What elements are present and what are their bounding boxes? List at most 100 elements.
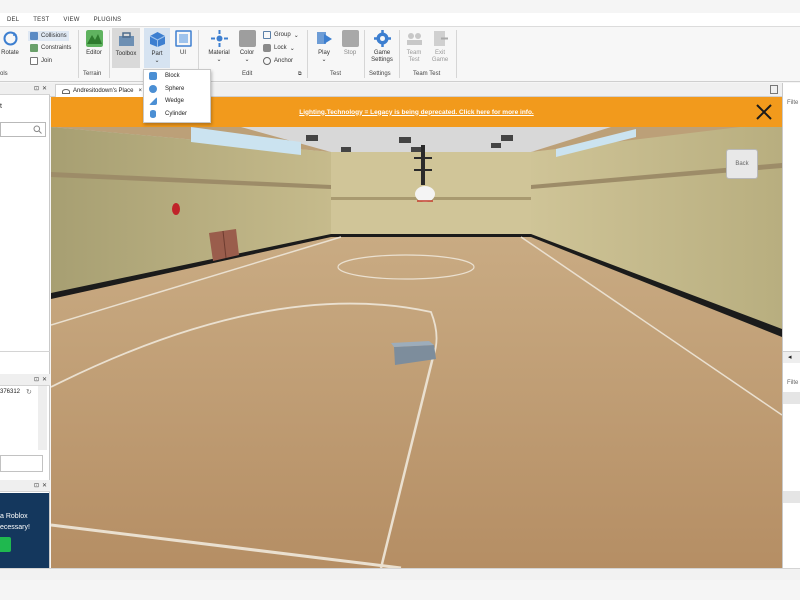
cloud-icon	[62, 88, 70, 94]
separator	[78, 30, 79, 78]
close-icon[interactable]	[755, 103, 773, 121]
promo-button[interactable]	[0, 537, 11, 552]
exit-game-icon	[433, 31, 448, 46]
lock-label: Lock	[274, 45, 287, 51]
team-test-icon	[406, 33, 422, 45]
terrain-editor-button[interactable]: Editor	[82, 30, 106, 57]
game-settings-label: Game Settings	[371, 50, 393, 63]
promo-line-2: ecessary!	[0, 524, 30, 531]
close-icon[interactable]: ✕	[42, 376, 47, 383]
3d-viewport[interactable]: Back Lighting.Technology = Legacy is bei…	[51, 97, 782, 568]
dropdown-item-block[interactable]: Block	[144, 70, 210, 83]
group-button[interactable]: Group ⌄	[263, 31, 299, 39]
material-icon	[210, 30, 228, 47]
part-label: Part	[151, 51, 163, 57]
pin-icon[interactable]: ⊡	[34, 482, 39, 489]
toolbox-label: Toolbox	[115, 51, 137, 57]
refresh-icon[interactable]: ↻	[26, 388, 32, 396]
ribbon-toolbar: Rotate ols Collisions Constraints Join E…	[0, 27, 800, 82]
menu-view[interactable]: VIEW	[56, 17, 86, 23]
material-button[interactable]: Material ⌄	[204, 30, 234, 64]
lock-button[interactable]: Lock ⌄	[263, 44, 295, 52]
scrollbar[interactable]	[38, 386, 47, 450]
exit-game-button[interactable]: Exit Game	[428, 30, 452, 64]
panel-header: ⊡ ✕	[0, 374, 50, 386]
place-tab[interactable]: Andresitodown's Place ×	[55, 84, 150, 97]
explorer-title-fragment: t	[0, 103, 2, 110]
property-category-row[interactable]	[783, 491, 800, 503]
deprecation-banner-text[interactable]: Lighting.Technology = Legacy is being de…	[299, 109, 533, 116]
roblox-studio-window: DEL TEST VIEW PLUGINS Rotate ols Collisi…	[0, 0, 800, 600]
team-test-label: Team Test	[406, 50, 422, 63]
block-icon	[149, 72, 157, 81]
collisions-toggle[interactable]: Collisions	[28, 31, 69, 41]
test-group-label: Test	[330, 71, 342, 77]
play-button[interactable]: Play ⌄	[312, 30, 336, 64]
terrain-group-label: Terrain	[83, 71, 102, 77]
stop-icon	[341, 30, 359, 47]
promo-banner[interactable]: a Roblox ecessary!	[0, 493, 49, 568]
team-test-group-label: Team Test	[413, 71, 441, 77]
gym-scene	[51, 97, 782, 568]
rotate-label: Rotate	[1, 50, 19, 56]
dropdown-item-sphere[interactable]: Sphere	[144, 83, 210, 96]
editor-label: Editor	[86, 50, 102, 56]
terrain-icon	[85, 30, 103, 47]
separator	[307, 30, 308, 78]
stop-button[interactable]: Stop	[338, 30, 362, 57]
menu-bar: DEL TEST VIEW PLUGINS	[0, 13, 800, 27]
material-label: Material	[208, 50, 230, 56]
status-bar	[0, 568, 800, 580]
id-value: 376312	[0, 389, 21, 395]
menu-test[interactable]: TEST	[26, 17, 56, 23]
toolbox-button[interactable]: Toolbox	[112, 28, 140, 68]
part-cube-icon	[149, 32, 165, 47]
close-icon[interactable]: ✕	[42, 482, 47, 489]
dropdown-item-label: Block	[165, 73, 180, 80]
left-arrow-icon[interactable]: ◂	[788, 353, 792, 361]
separator	[399, 30, 400, 78]
dropdown-item-cylinder[interactable]: Cylinder	[144, 108, 210, 121]
menu-plugins[interactable]: PLUGINS	[87, 17, 129, 23]
view-cube[interactable]: Back	[726, 149, 758, 179]
team-test-button[interactable]: Team Test	[402, 30, 426, 64]
color-button[interactable]: Color ⌄	[235, 30, 259, 64]
input-field[interactable]	[0, 455, 43, 472]
close-icon[interactable]: ✕	[42, 85, 47, 92]
anchor-button[interactable]: Anchor	[263, 57, 293, 65]
filter-input[interactable]: Filte	[787, 380, 798, 386]
rotate-button[interactable]: Rotate	[0, 30, 22, 57]
chevron-down-icon: ⌄	[293, 32, 299, 39]
search-icon[interactable]	[33, 125, 42, 134]
join-toggle[interactable]: Join	[30, 57, 52, 65]
constraints-icon	[30, 44, 38, 52]
promo-line-1: a Roblox	[0, 513, 28, 520]
separator	[109, 30, 110, 78]
dropdown-item-wedge[interactable]: Wedge	[144, 95, 210, 108]
chevron-down-icon: ⌄	[154, 58, 160, 64]
search-input[interactable]	[0, 122, 46, 137]
color-label: Color	[239, 50, 255, 56]
ui-button[interactable]: UI	[172, 30, 194, 57]
gear-icon	[373, 30, 391, 47]
pin-icon[interactable]: ⊡	[34, 85, 39, 92]
menu-model[interactable]: DEL	[0, 17, 26, 23]
constraints-toggle[interactable]: Constraints	[30, 44, 71, 52]
chevron-down-icon: ⌄	[216, 57, 222, 63]
left-dock-panel: ⊡ ✕ t ⊡ ✕ 376312 ↻ ⊡ ✕ a Roblox ecessary…	[0, 83, 50, 568]
scrollbar[interactable]: ◂	[783, 351, 800, 363]
part-button[interactable]: Part ⌄	[144, 28, 170, 68]
exit-game-label: Exit Game	[431, 50, 449, 63]
restore-icon[interactable]	[770, 85, 778, 94]
place-tab-title: Andresitodown's Place	[73, 88, 134, 94]
expand-icon[interactable]: ⧉	[298, 71, 302, 77]
property-category-row[interactable]	[783, 392, 800, 404]
play-label: Play	[318, 50, 330, 56]
sphere-icon	[149, 84, 157, 93]
game-settings-button[interactable]: Game Settings	[367, 30, 397, 64]
close-tab-icon[interactable]: ×	[139, 88, 143, 94]
pin-icon[interactable]: ⊡	[34, 376, 39, 383]
filter-input[interactable]: Filte	[787, 100, 798, 106]
group-label: Group	[274, 32, 291, 38]
constraints-label: Constraints	[41, 45, 72, 51]
